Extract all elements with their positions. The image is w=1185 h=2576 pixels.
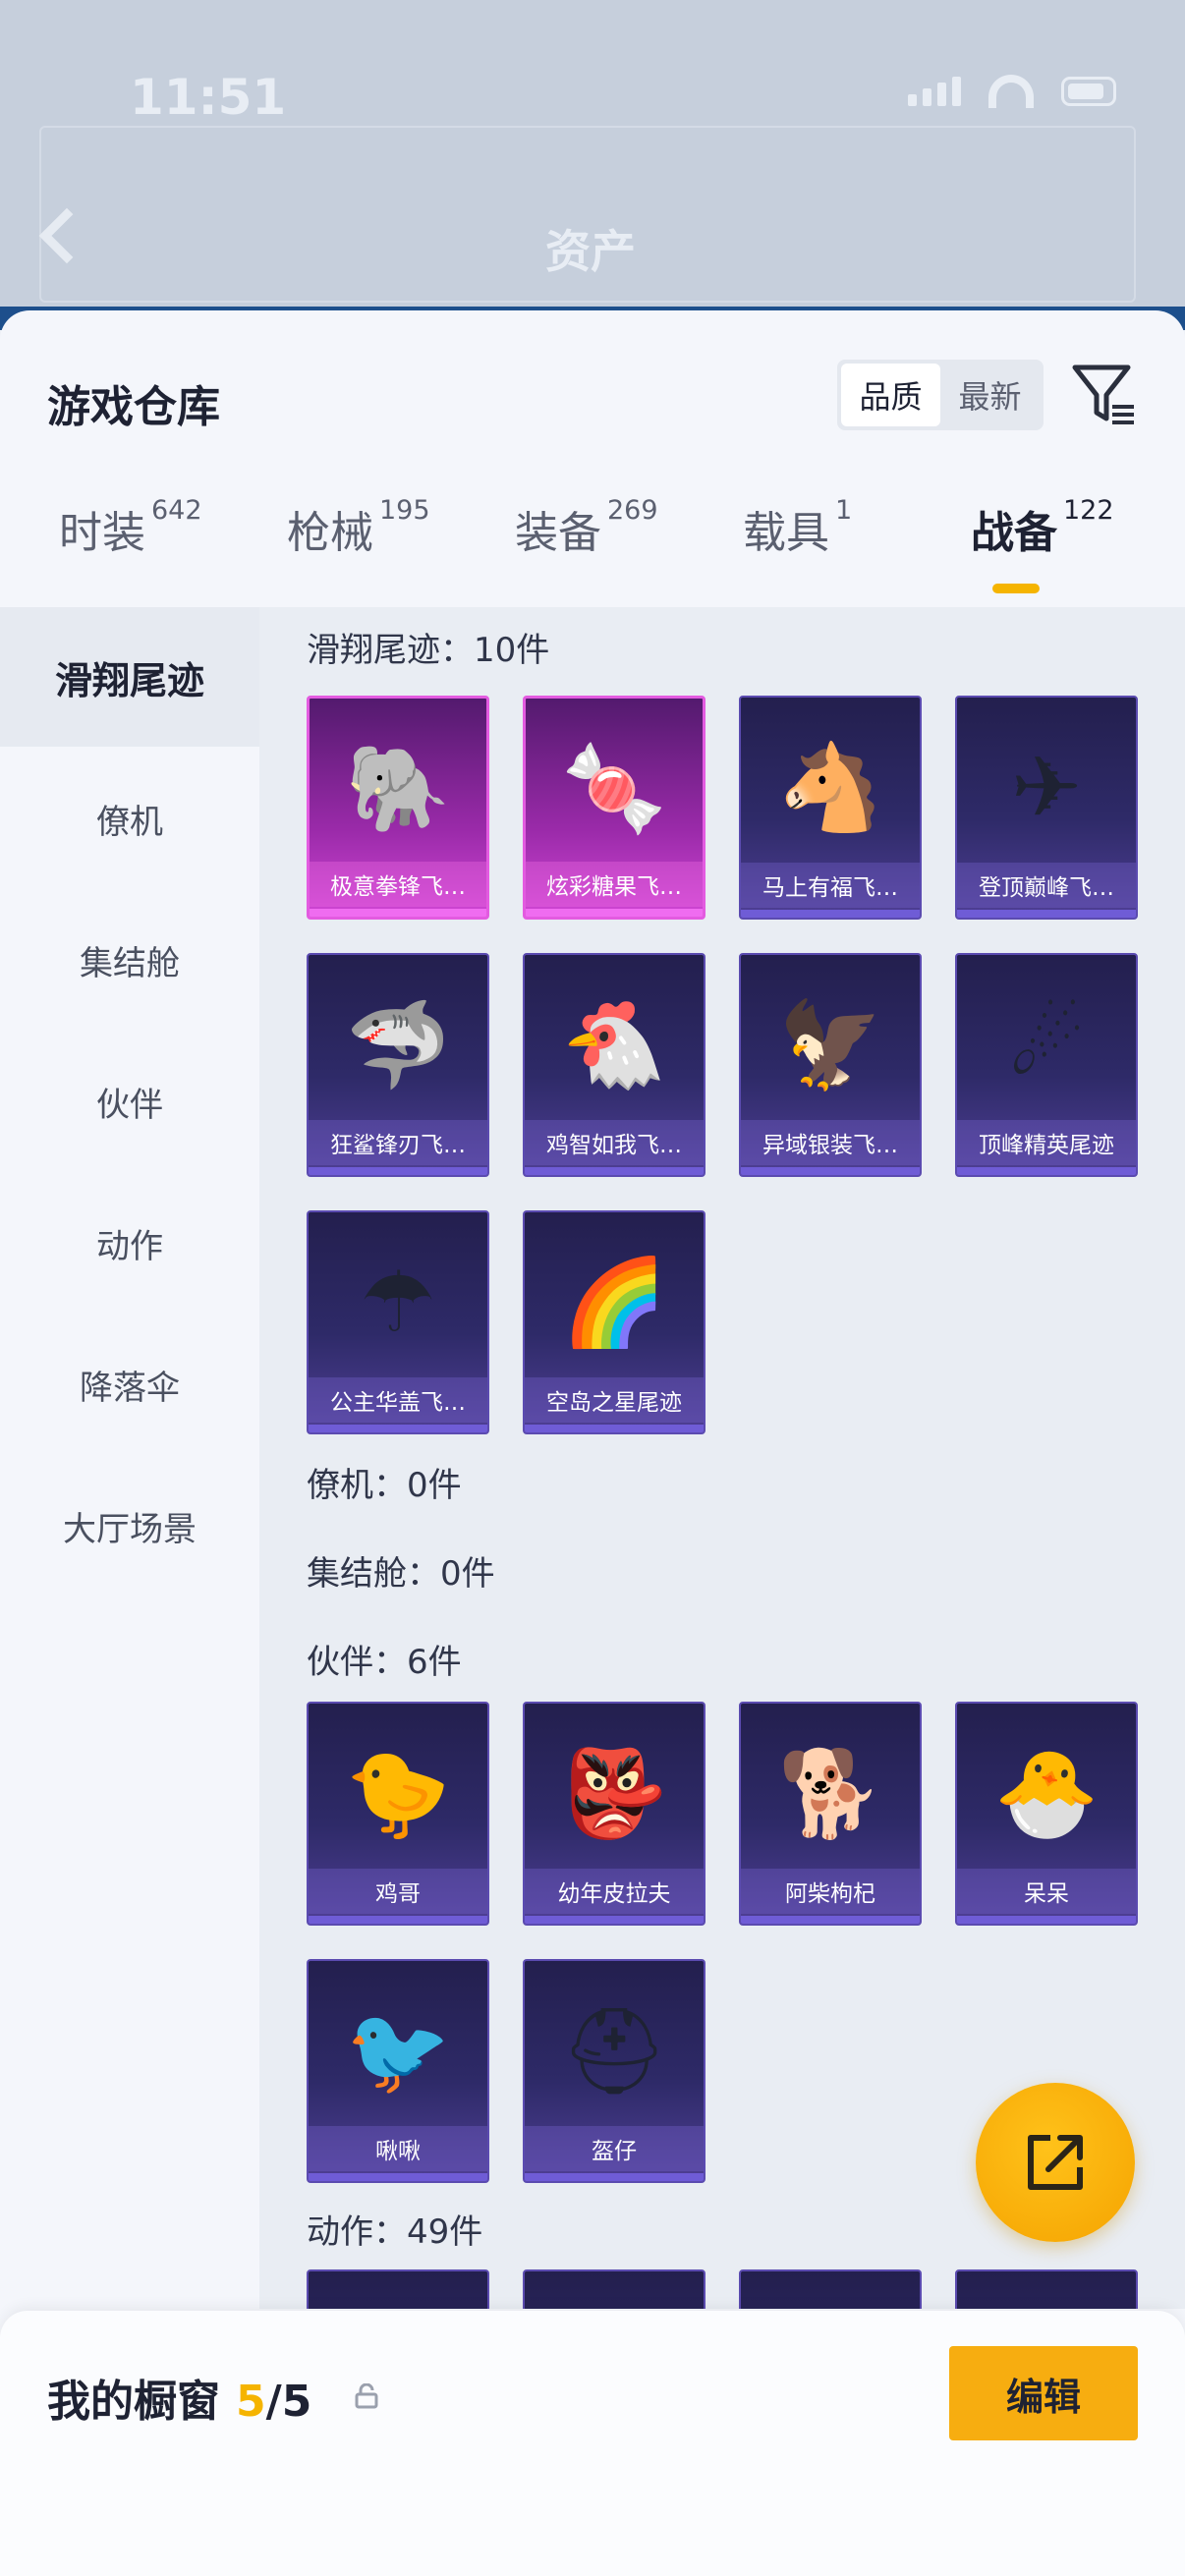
item-name: 登顶巅峰飞… xyxy=(957,863,1136,908)
background-header: 11:51 资产 xyxy=(0,0,1185,324)
status-time: 11:51 xyxy=(130,69,287,126)
item-card[interactable]: 🐔 鸡智如我飞… xyxy=(523,953,705,1177)
sidebar-item-lobby-scene[interactable]: 大厅场景 xyxy=(0,1456,259,1596)
share-icon xyxy=(1028,2135,1083,2190)
item-name: 阿柴枸杞 xyxy=(741,1869,920,1914)
item-name: 盔仔 xyxy=(525,2126,704,2171)
item-name: 啾啾 xyxy=(309,2126,487,2171)
item-name: 幼年皮拉夫 xyxy=(525,1869,704,1914)
share-button[interactable] xyxy=(976,2083,1135,2242)
item-name: 极意拳锋飞… xyxy=(310,862,486,907)
warehouse-sheet: 游戏仓库 品质 最新 时装 642 枪械 195 装备 269 载具 1 战备 122 滑… xyxy=(0,310,1185,2576)
item-name: 马上有福飞… xyxy=(741,863,920,908)
item-card[interactable] xyxy=(307,2269,489,2309)
section-header-rally-pod: 集结舱：0件 xyxy=(307,1554,495,1594)
section-header-emote: 动作：49件 xyxy=(307,2212,483,2252)
wing-icon: 🦅 xyxy=(777,996,883,1094)
item-card[interactable]: 🐣 呆呆 xyxy=(955,1702,1138,1926)
item-card[interactable]: ✈ 登顶巅峰飞… xyxy=(955,696,1138,920)
candy-icon: 🍬 xyxy=(561,740,667,838)
item-name: 鸡哥 xyxy=(309,1869,487,1914)
showcase-title: 我的橱窗 xyxy=(47,2377,220,2427)
shark-icon: 🦈 xyxy=(345,996,451,1094)
item-name: 鸡智如我飞… xyxy=(525,1120,704,1165)
sidebar-item-rally-pod[interactable]: 集结舱 xyxy=(0,890,259,1030)
item-card[interactable]: ☂ 公主华盖飞… xyxy=(307,1210,489,1434)
item-card[interactable]: 🍬 炫彩糖果飞… xyxy=(523,696,705,920)
item-name: 呆呆 xyxy=(957,1869,1136,1914)
chicken-icon: 🐤 xyxy=(345,1745,451,1843)
horse-icon: 🐴 xyxy=(777,739,883,837)
lock-icon xyxy=(355,2383,378,2409)
canopy-icon: ☂ xyxy=(360,1254,436,1352)
item-card[interactable] xyxy=(739,2269,922,2309)
item-card[interactable]: 🦈 狂鲨锋刃飞… xyxy=(307,953,489,1177)
filter-icon[interactable] xyxy=(1071,362,1136,430)
status-icons xyxy=(908,75,1116,108)
showcase-total: /5 xyxy=(265,2377,312,2427)
trail-icon: ☄ xyxy=(1008,996,1085,1094)
edit-button[interactable]: 编辑 xyxy=(949,2346,1138,2440)
section-header-glide-trail: 滑翔尾迹：10件 xyxy=(307,631,550,670)
item-card[interactable] xyxy=(955,2269,1138,2309)
rainbow-trail-icon: 🌈 xyxy=(561,1254,667,1352)
active-tab-indicator xyxy=(992,584,1040,593)
item-name: 顶峰精英尾迹 xyxy=(957,1120,1136,1165)
sidebar-item-partner[interactable]: 伙伴 xyxy=(0,1032,259,1171)
item-card[interactable]: 🌈 空岛之星尾迹 xyxy=(523,1210,705,1434)
item-card[interactable]: 🐤 鸡哥 xyxy=(307,1702,489,1926)
tab-equipment[interactable]: 装备 269 xyxy=(515,495,658,560)
item-card[interactable]: 🐕 阿柴枸杞 xyxy=(739,1702,922,1926)
pink-bird-icon: 🐦 xyxy=(345,2002,451,2100)
jet-icon: ✈ xyxy=(1010,739,1083,837)
item-grid-area: 滑翔尾迹：10件 🐘 极意拳锋飞… 🍬 炫彩糖果飞… 🐴 马上有福飞… ✈ 登顶… xyxy=(259,607,1185,2309)
chick-icon: 🐣 xyxy=(993,1745,1100,1843)
sort-latest-button[interactable]: 最新 xyxy=(940,364,1040,426)
category-sidebar: 滑翔尾迹 僚机 集结舱 伙伴 动作 降落伞 大厅场景 xyxy=(0,607,259,2576)
sidebar-item-glide-trail[interactable]: 滑翔尾迹 xyxy=(0,607,259,747)
chicken-icon: 🐔 xyxy=(561,996,667,1094)
item-card[interactable]: 🦅 异域银装飞… xyxy=(739,953,922,1177)
item-name: 异域银装飞… xyxy=(741,1120,920,1165)
shiba-icon: 🐕 xyxy=(777,1745,883,1843)
tab-guns[interactable]: 枪械 195 xyxy=(287,495,430,560)
item-card[interactable]: ⛑ 盔仔 xyxy=(523,1959,705,2183)
sidebar-item-emote[interactable]: 动作 xyxy=(0,1173,259,1313)
sheet-title: 游戏仓库 xyxy=(47,382,220,432)
sidebar-item-wingman[interactable]: 僚机 xyxy=(0,749,259,888)
item-card[interactable]: 🐘 极意拳锋飞… xyxy=(307,696,489,920)
item-name: 公主华盖飞… xyxy=(309,1377,487,1423)
helmet-chick-icon: ⛑ xyxy=(560,2002,668,2100)
item-card[interactable]: 🐦 啾啾 xyxy=(307,1959,489,2183)
item-card[interactable] xyxy=(523,2269,705,2309)
item-name: 空岛之星尾迹 xyxy=(525,1377,704,1423)
showcase-count: 5 xyxy=(236,2377,266,2427)
sort-toggle: 品质 最新 xyxy=(837,360,1044,430)
elephant-icon: 🐘 xyxy=(345,740,451,838)
item-card[interactable]: 🐴 马上有福飞… xyxy=(739,696,922,920)
tab-combat-gear[interactable]: 战备 122 xyxy=(971,495,1114,560)
cellular-signal-icon xyxy=(908,77,961,106)
section-header-wingman: 僚机：0件 xyxy=(307,1466,462,1505)
showcase-label: 我的橱窗 5 /5 xyxy=(47,2366,311,2429)
showcase-bar: 我的橱窗 5 /5 编辑 xyxy=(0,2311,1185,2576)
goblin-icon: 👺 xyxy=(561,1745,667,1843)
sidebar-item-parachute[interactable]: 降落伞 xyxy=(0,1315,259,1454)
tab-vehicles[interactable]: 载具 1 xyxy=(743,495,852,560)
tab-fashion[interactable]: 时装 642 xyxy=(59,495,202,560)
background-title: 资产 xyxy=(545,225,636,278)
item-name: 狂鲨锋刃飞… xyxy=(309,1120,487,1165)
section-header-partner: 伙伴：6件 xyxy=(307,1643,462,1682)
wifi-icon xyxy=(988,75,1034,108)
sort-quality-button[interactable]: 品质 xyxy=(841,364,940,426)
item-card[interactable]: ☄ 顶峰精英尾迹 xyxy=(955,953,1138,1177)
item-card[interactable]: 👺 幼年皮拉夫 xyxy=(523,1702,705,1926)
battery-icon xyxy=(1061,77,1116,106)
item-name: 炫彩糖果飞… xyxy=(526,862,703,907)
